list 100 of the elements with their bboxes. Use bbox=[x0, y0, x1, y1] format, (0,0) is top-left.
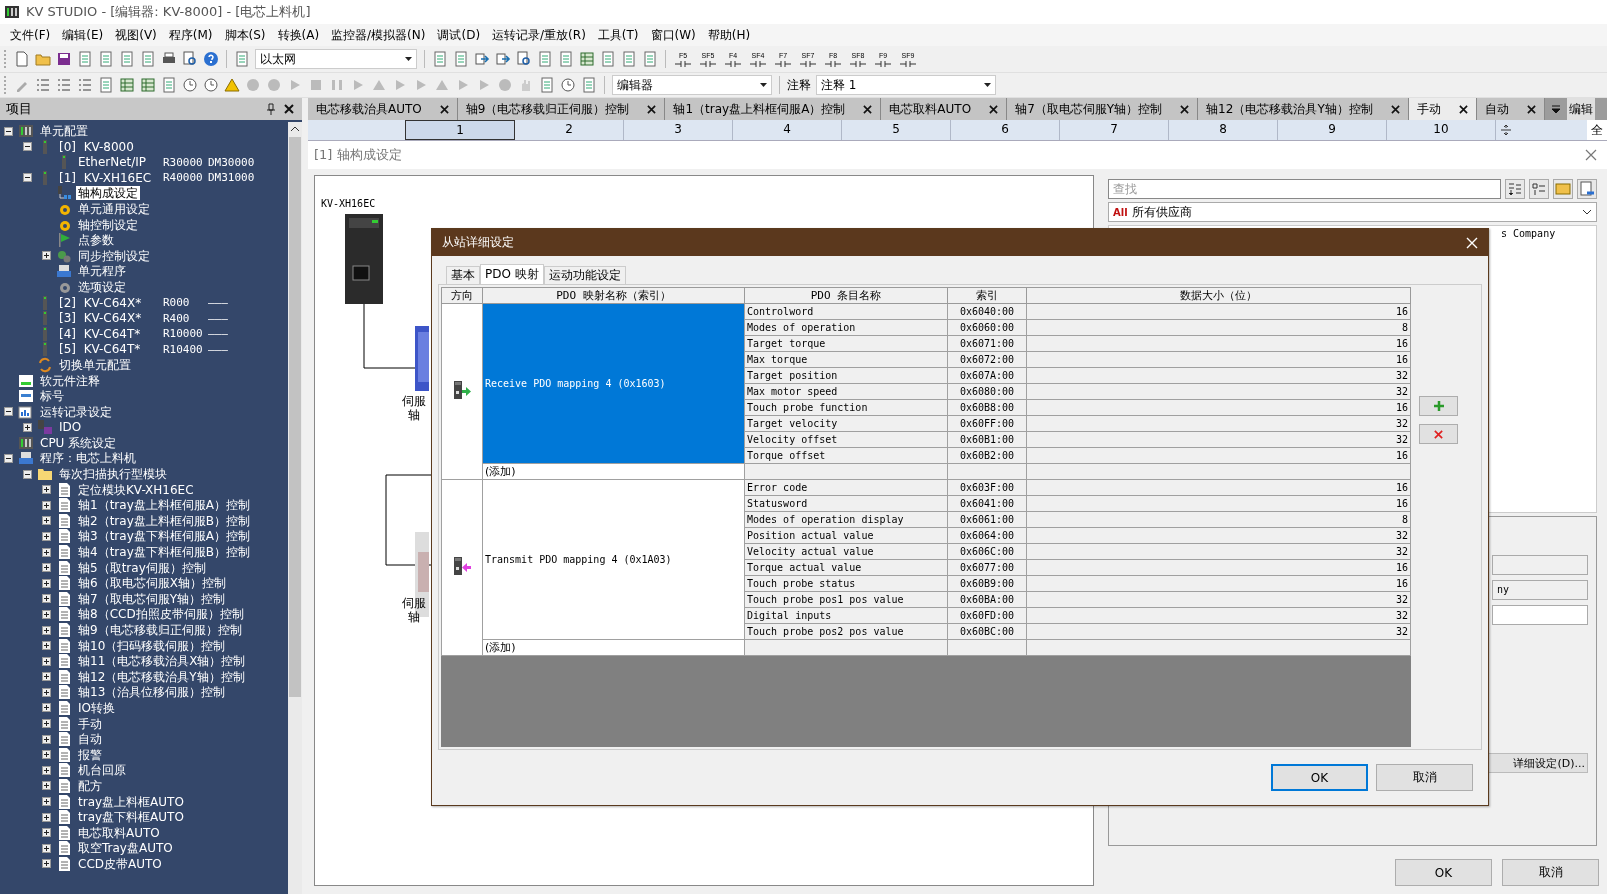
column-number[interactable]: 7 bbox=[1060, 120, 1169, 140]
document-tab[interactable]: 电芯取料AUTO bbox=[881, 98, 1008, 120]
close-icon[interactable] bbox=[284, 104, 294, 114]
menu-item[interactable]: 窗口(W) bbox=[644, 26, 702, 44]
document-tab[interactable]: 轴12（电芯移载治具Y轴）控制 bbox=[1198, 98, 1409, 120]
column-number[interactable]: 3 bbox=[624, 120, 733, 140]
close-icon[interactable] bbox=[439, 104, 449, 114]
collapse-toggle[interactable] bbox=[4, 453, 13, 463]
collapse-toggle[interactable] bbox=[23, 173, 32, 183]
menu-item[interactable]: 转换(A) bbox=[271, 26, 326, 44]
menu-item[interactable]: 运转记录/重放(R) bbox=[486, 26, 592, 44]
tree-item[interactable]: 同步控制设定 bbox=[76, 248, 152, 263]
side-panel-item[interactable]: 全 bbox=[1587, 120, 1607, 140]
expand-toggle[interactable] bbox=[42, 812, 51, 822]
column-number[interactable]: 9 bbox=[1278, 120, 1387, 140]
expand-toggle[interactable] bbox=[42, 687, 51, 697]
tree-item[interactable]: 轴13（治具位移伺服）控制 bbox=[76, 685, 228, 700]
expand-toggle[interactable] bbox=[42, 765, 51, 775]
mapping-name-cell[interactable]: Transmit PDO mapping 4 (0x1A03) bbox=[482, 479, 745, 640]
document-tab[interactable]: 自动 bbox=[1476, 98, 1545, 120]
clock-icon[interactable] bbox=[203, 77, 219, 93]
tree-item[interactable]: tray盘上料框AUTO bbox=[76, 794, 186, 809]
vendor-dropdown[interactable]: All 所有供应商 bbox=[1108, 202, 1597, 222]
arrow-icon[interactable] bbox=[474, 51, 490, 67]
expand-toggle[interactable] bbox=[42, 859, 51, 869]
column-number[interactable]: 10 bbox=[1387, 120, 1496, 140]
column-header[interactable]: 方向 bbox=[441, 287, 483, 304]
save-icon[interactable] bbox=[56, 51, 72, 67]
column-number[interactable]: 1 bbox=[405, 120, 515, 140]
tree-item[interactable]: [4] KV-C64T* bbox=[57, 326, 143, 341]
collapse-toggle[interactable] bbox=[23, 469, 32, 479]
expand-toggle[interactable] bbox=[42, 641, 51, 651]
tree-item[interactable]: [1] KV-XH16EC bbox=[57, 170, 154, 185]
list-icon[interactable] bbox=[77, 77, 93, 93]
comment-dropdown[interactable]: 注释 1 bbox=[816, 75, 996, 95]
grid-icon[interactable] bbox=[140, 77, 156, 93]
tree-item[interactable]: tray盘下料框AUTO bbox=[76, 810, 186, 825]
clock-icon[interactable] bbox=[182, 77, 198, 93]
warning-icon[interactable] bbox=[224, 77, 240, 93]
tree-item[interactable]: 软元件注释 bbox=[38, 373, 102, 388]
expand-toggle[interactable] bbox=[42, 578, 51, 588]
expand-toggle[interactable] bbox=[42, 547, 51, 557]
tree-item[interactable]: 选项设定 bbox=[76, 279, 128, 294]
tree-item[interactable]: 轴2（tray盘上料框伺服B）控制 bbox=[76, 513, 252, 528]
tree-item[interactable]: 单元通用设定 bbox=[76, 201, 152, 216]
sort-icon[interactable] bbox=[1505, 179, 1525, 199]
expand-toggle[interactable] bbox=[42, 625, 51, 635]
document-tab[interactable]: 电芯移载治具AUTO bbox=[308, 98, 458, 120]
tree-item[interactable]: 轴9（电芯移载归正伺服）控制 bbox=[76, 623, 244, 637]
tree-item[interactable]: 手动 bbox=[76, 716, 104, 731]
controller-unit-drawing[interactable] bbox=[345, 214, 383, 304]
scroll-thumb[interactable] bbox=[289, 137, 301, 697]
tree-item[interactable]: 切换单元配置 bbox=[57, 357, 133, 372]
settings-tab[interactable]: 基本 bbox=[446, 266, 480, 284]
document-tab[interactable]: 轴1（tray盘上料框伺服A）控制 bbox=[665, 98, 882, 120]
scrollbar[interactable] bbox=[288, 122, 302, 894]
help-icon[interactable] bbox=[203, 51, 219, 67]
column-number[interactable]: 5 bbox=[842, 120, 951, 140]
expand-toggle[interactable] bbox=[42, 516, 51, 526]
tree-item[interactable]: 轴3（tray盘下料框伺服A）控制 bbox=[76, 529, 252, 544]
split-icon[interactable] bbox=[1500, 124, 1512, 136]
menu-item[interactable]: 工具(T) bbox=[591, 26, 645, 44]
tree-item[interactable]: 点参数 bbox=[76, 233, 116, 248]
expand-toggle[interactable] bbox=[42, 734, 51, 744]
menu-item[interactable]: 文件(F) bbox=[4, 26, 57, 44]
tree-item[interactable]: 轴4（tray盘下料框伺服B）控制 bbox=[76, 545, 252, 560]
document-icon[interactable] bbox=[1577, 179, 1597, 199]
grid-icon[interactable] bbox=[119, 77, 135, 93]
column-number[interactable]: 4 bbox=[733, 120, 842, 140]
expand-toggle[interactable] bbox=[42, 609, 51, 619]
tree-item[interactable]: 每次扫描执行型模块 bbox=[57, 467, 169, 482]
tree-item[interactable]: 运转记录设定 bbox=[38, 404, 114, 419]
settings-tab[interactable]: 运动功能设定 bbox=[543, 266, 626, 284]
menu-item[interactable]: 脚本(S) bbox=[218, 26, 272, 44]
tree-item[interactable]: 自动 bbox=[76, 732, 104, 747]
text-field[interactable]: ny bbox=[1492, 580, 1588, 600]
expand-toggle[interactable] bbox=[42, 719, 51, 729]
side-panel-tab[interactable]: 编辑 bbox=[1566, 98, 1595, 120]
collapse-toggle[interactable] bbox=[23, 142, 32, 152]
tree-item[interactable]: IDO bbox=[57, 420, 84, 435]
collapse-toggle[interactable] bbox=[4, 407, 13, 417]
close-icon[interactable] bbox=[1526, 104, 1536, 114]
magnifier-icon[interactable] bbox=[516, 51, 532, 67]
tree-item[interactable]: 取空Tray盘AUTO bbox=[76, 841, 175, 856]
dialog-button[interactable]: OK bbox=[1395, 859, 1492, 886]
list-icon[interactable] bbox=[35, 77, 51, 93]
tab-list-icon[interactable] bbox=[1550, 104, 1561, 114]
menu-item[interactable]: 监控器/模拟器(N) bbox=[325, 26, 432, 44]
expand-toggle[interactable] bbox=[42, 500, 51, 510]
tree-item[interactable]: 轴8（CCD拍照皮带伺服）控制 bbox=[76, 607, 246, 622]
list-icon[interactable] bbox=[1529, 179, 1549, 199]
document-icon[interactable] bbox=[14, 51, 30, 67]
menu-item[interactable]: 帮助(H) bbox=[701, 26, 757, 44]
tree-item[interactable]: 轴构成设定 bbox=[76, 186, 140, 201]
expand-toggle[interactable] bbox=[42, 750, 51, 760]
expand-toggle[interactable] bbox=[23, 422, 32, 432]
menu-item[interactable]: 视图(V) bbox=[109, 26, 163, 44]
tree-item[interactable]: 单元配置 bbox=[38, 124, 90, 138]
tree-item[interactable]: 机台回原 bbox=[76, 763, 128, 778]
collapse-toggle[interactable] bbox=[4, 126, 13, 136]
